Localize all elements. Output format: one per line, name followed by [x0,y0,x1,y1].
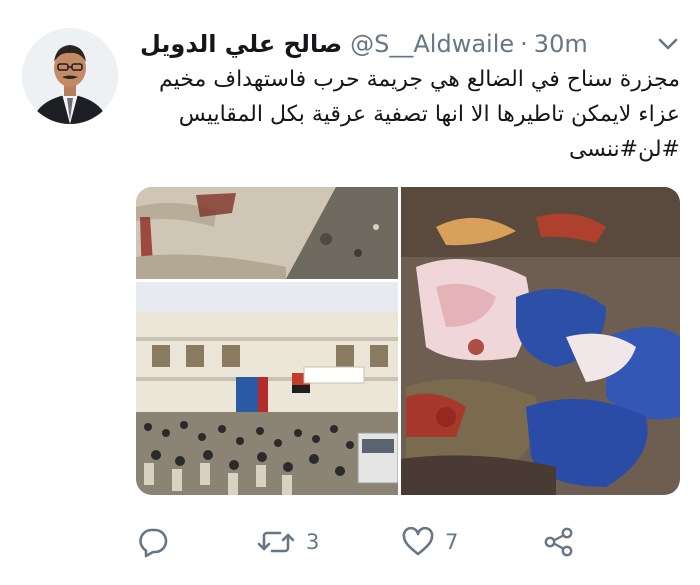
retweet-icon [257,531,295,553]
like-count: 7 [445,530,459,554]
photo-covered-bodies[interactable] [401,187,680,495]
tweet-text-line: عزاء لايمكن تاطيرها الا انها تصفية عرقية… [178,102,680,127]
tweet-menu-button[interactable] [654,30,682,58]
tweet-hashtags[interactable]: #لن#ننسى [140,132,680,167]
tweet-timestamp[interactable]: 30m [534,30,588,58]
like-icon [402,527,434,556]
tweet-media[interactable] [136,187,680,495]
share-icon [544,527,573,557]
avatar-portrait [22,28,118,124]
tweet-actions: 3 7 [136,520,680,564]
retweet-count: 3 [306,530,320,554]
photo-school-building-crowd[interactable] [136,282,399,495]
photo-rubble-wall[interactable] [136,187,398,279]
media-collage [136,187,680,495]
reply-icon [139,528,168,558]
tweet-header: صالح علي الدويل @S__Aldwaile · 30m [140,26,650,62]
header-separator: · [520,30,528,58]
like-button[interactable]: 7 [401,520,541,564]
author-avatar[interactable] [22,28,118,124]
author-display-name[interactable]: صالح علي الدويل [140,30,342,58]
reply-button[interactable] [136,520,256,564]
tweet-text-line: مجزرة سناح في الضالع هي جريمة حرب فاستهد… [159,67,680,92]
author-handle[interactable]: @S__Aldwaile [350,30,514,58]
retweet-button[interactable]: 3 [256,520,401,564]
chevron-down-icon [658,38,678,50]
share-button[interactable] [541,520,621,564]
tweet-text: مجزرة سناح في الضالع هي جريمة حرب فاستهد… [140,62,680,167]
